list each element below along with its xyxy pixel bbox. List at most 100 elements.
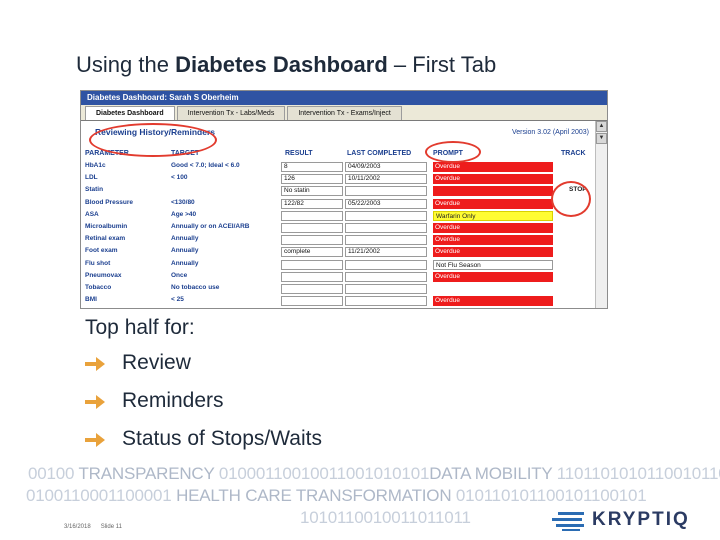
row-target: Annually or on ACEI/ARB bbox=[171, 222, 250, 230]
row-prompt-status: Overdue bbox=[433, 296, 553, 307]
slide-footer: 3/16/2018 Slide 11 bbox=[64, 524, 122, 530]
row-parameter: BMI bbox=[85, 296, 97, 304]
title-prefix: Using the bbox=[76, 52, 176, 77]
row-result-field[interactable]: 8 bbox=[281, 162, 343, 172]
row-result-field[interactable] bbox=[281, 222, 343, 233]
table-row: Statin No statin STOP bbox=[85, 185, 593, 197]
logo-text: KRYPTIQ bbox=[592, 509, 690, 530]
row-last-completed-field[interactable]: 05/22/2003 bbox=[345, 198, 427, 209]
bullet-text: Status of Stops/Waits bbox=[122, 427, 322, 450]
row-result-field[interactable]: No statin bbox=[281, 186, 343, 197]
footer-date: 3/16/2018 bbox=[64, 524, 91, 530]
highlight-circle-stop bbox=[551, 181, 591, 217]
row-parameter: LDL bbox=[85, 174, 98, 182]
row-parameter: Blood Pressure bbox=[85, 198, 134, 206]
row-parameter: Pneumovax bbox=[85, 271, 122, 279]
row-parameter: Retinal exam bbox=[85, 235, 126, 243]
slide-title: Using the Diabetes Dashboard – First Tab bbox=[76, 52, 496, 78]
row-prompt-status: Overdue bbox=[433, 235, 553, 246]
row-last-completed-field[interactable] bbox=[345, 222, 427, 233]
table-row: BMI < 25 Overdue bbox=[85, 295, 593, 307]
row-target: Good < 7.0; Ideal < 6.0 bbox=[171, 162, 240, 169]
row-parameter: Flu shot bbox=[85, 259, 111, 267]
table-row: Tobacco No tobacco use bbox=[85, 283, 593, 295]
row-last-completed-field[interactable]: 11/21/2002 bbox=[345, 247, 427, 258]
col-last-completed: LAST COMPLETED bbox=[347, 150, 412, 157]
row-target: Annually bbox=[171, 247, 199, 255]
bullet-text: Review bbox=[122, 351, 191, 374]
table-row: HbA1c Good < 7.0; Ideal < 6.0 8 04/09/2003 O… bbox=[85, 161, 593, 173]
row-result-field[interactable] bbox=[281, 283, 343, 294]
row-prompt-status: Overdue bbox=[433, 271, 553, 282]
row-result-field[interactable]: 122/82 bbox=[281, 198, 343, 209]
banner-line-3: 1010110010011011011 bbox=[300, 508, 471, 527]
table-row: Pneumovax Once Overdue bbox=[85, 271, 593, 283]
row-result-field[interactable]: 126 bbox=[281, 174, 343, 185]
intro-text: Top half for: bbox=[85, 316, 195, 339]
banner-line-2: 0100110001100001 HEALTH CARE TRANSFORMAT… bbox=[26, 486, 647, 505]
row-prompt-status: Not Flu Season bbox=[433, 259, 553, 270]
version-label: Version 3.02 (April 2003) bbox=[511, 129, 589, 136]
table-row: ASA Age >40 Warfarin Only bbox=[85, 210, 593, 222]
highlight-circle-prompt bbox=[425, 141, 481, 163]
row-result-field[interactable] bbox=[281, 259, 343, 270]
scroll-up-icon[interactable]: ▲ bbox=[596, 121, 607, 132]
row-last-completed-field[interactable] bbox=[345, 186, 427, 197]
row-prompt-status: Overdue bbox=[433, 162, 553, 172]
arrow-right-icon bbox=[85, 357, 105, 371]
table-row: LDL < 100 126 10/11/2002 Overdue bbox=[85, 173, 593, 185]
row-target: Once bbox=[171, 271, 188, 279]
highlight-circle-history bbox=[89, 123, 217, 157]
row-target: Age >40 bbox=[171, 210, 197, 218]
table-row: Blood Pressure <130/80 122/82 05/22/2003 Ove… bbox=[85, 198, 593, 210]
row-prompt-status bbox=[433, 186, 553, 197]
row-target: <130/80 bbox=[171, 198, 195, 206]
row-target: Annually bbox=[171, 259, 199, 267]
row-result-field[interactable] bbox=[281, 210, 343, 221]
row-parameter: Statin bbox=[85, 186, 104, 194]
table-row: Microalbumin Annually or on ACEI/ARB Overd… bbox=[85, 222, 593, 234]
arrow-right-icon bbox=[85, 433, 105, 447]
footer-slide-number: Slide 11 bbox=[100, 524, 122, 530]
tab-diabetes-dashboard[interactable]: Diabetes Dashboard bbox=[85, 106, 175, 120]
arrow-right-icon bbox=[85, 395, 105, 409]
row-last-completed-field[interactable] bbox=[345, 259, 427, 270]
row-parameter: Microalbumin bbox=[85, 222, 128, 230]
row-last-completed-field[interactable] bbox=[345, 235, 427, 246]
row-prompt-status: Overdue bbox=[433, 222, 553, 233]
row-parameter: HbA1c bbox=[85, 162, 106, 169]
row-target: No tobacco use bbox=[171, 283, 220, 291]
row-last-completed-field[interactable]: 04/09/2003 bbox=[345, 162, 427, 172]
row-result-field[interactable] bbox=[281, 271, 343, 282]
banner-line-1: 00100 TRANSPARENCY 010001100100110010101… bbox=[28, 464, 720, 483]
row-last-completed-field[interactable] bbox=[345, 283, 427, 294]
table-row: Foot exam Annually complete 11/21/2002 Overd… bbox=[85, 246, 593, 258]
tab-labs-meds[interactable]: Intervention Tx - Labs/Meds bbox=[176, 106, 286, 120]
row-last-completed-field[interactable] bbox=[345, 271, 427, 282]
tab-bar: Diabetes Dashboard Intervention Tx - Lab… bbox=[81, 105, 607, 121]
parameter-table: HbA1c Good < 7.0; Ideal < 6.0 8 04/09/2003 O… bbox=[85, 161, 593, 307]
row-last-completed-field[interactable] bbox=[345, 210, 427, 221]
kryptiq-logo: KRYPTIQ bbox=[552, 508, 702, 534]
scroll-down-icon[interactable]: ▼ bbox=[596, 133, 607, 144]
title-bold: Diabetes Dashboard bbox=[175, 52, 388, 77]
row-result-field[interactable]: complete bbox=[281, 247, 343, 258]
row-result-field[interactable] bbox=[281, 296, 343, 307]
bullet-text: Reminders bbox=[122, 389, 224, 412]
row-target: < 25 bbox=[171, 296, 184, 304]
row-last-completed-field[interactable] bbox=[345, 296, 427, 307]
table-row: Flu shot Annually Not Flu Season bbox=[85, 259, 593, 271]
row-target: < 100 bbox=[171, 174, 188, 182]
row-last-completed-field[interactable]: 10/11/2002 bbox=[345, 174, 427, 185]
window-title: Diabetes Dashboard: Sarah S Oberheim bbox=[81, 91, 607, 105]
row-result-field[interactable] bbox=[281, 235, 343, 246]
row-prompt-status: Overdue bbox=[433, 174, 553, 185]
row-prompt-status: Overdue bbox=[433, 198, 553, 209]
table-row: Retinal exam Annually Overdue bbox=[85, 234, 593, 246]
tab-exams-inject[interactable]: Intervention Tx - Exams/Inject bbox=[287, 106, 402, 120]
row-prompt-status: Overdue bbox=[433, 247, 553, 258]
vertical-scrollbar[interactable]: ▲ ▼ bbox=[595, 121, 607, 308]
row-parameter: Foot exam bbox=[85, 247, 118, 255]
col-track: TRACK bbox=[561, 150, 586, 157]
row-prompt-status: Warfarin Only bbox=[433, 210, 553, 221]
